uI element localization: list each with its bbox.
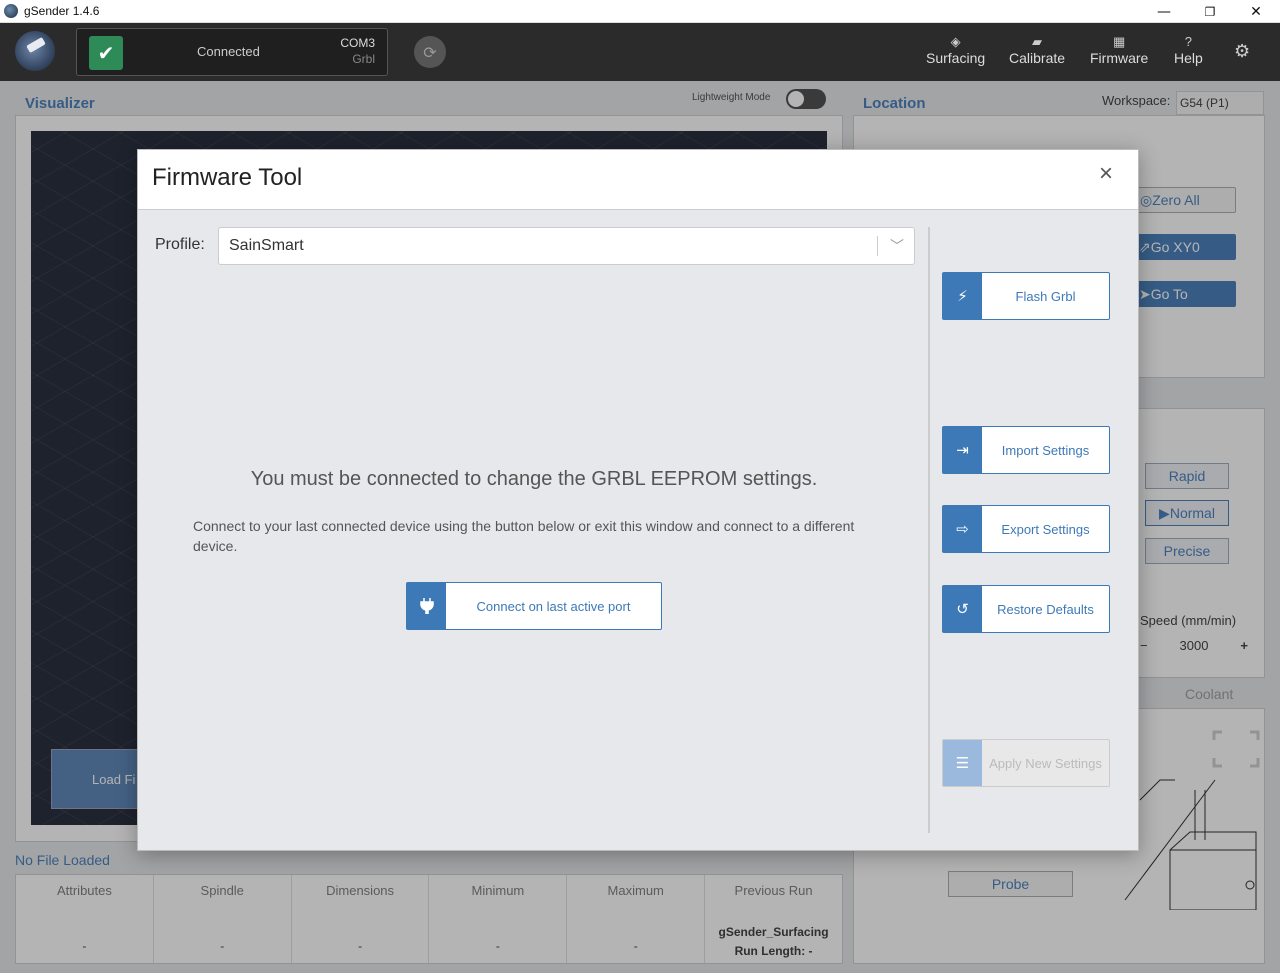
connection-required-message: You must be connected to change the GRBL… — [250, 468, 818, 490]
connection-widget[interactable]: ✔ Connected COM3 Grbl — [76, 28, 388, 76]
window-close-button[interactable]: ✕ — [1233, 0, 1279, 23]
lightning-icon: ⚡ — [943, 273, 982, 319]
connected-check-icon: ✔ — [89, 36, 123, 70]
apply-new-settings-button[interactable]: ☰ Apply New Settings — [942, 739, 1110, 787]
modal-title: Firmware Tool — [152, 164, 303, 191]
app-icon — [4, 4, 18, 18]
file-export-icon: ⇨ — [943, 506, 982, 552]
refresh-ports-icon[interactable]: ⟳ — [414, 36, 446, 68]
modal-header: Firmware Tool × — [138, 150, 1138, 210]
firmware-tool-modal: Firmware Tool × Profile: SainSmart ﹀ You… — [137, 149, 1139, 851]
surfacing-icon: ◈ — [950, 34, 961, 49]
connect-last-port-button[interactable]: Connect on last active port — [406, 582, 662, 630]
calibrate-icon: ▰ — [1032, 34, 1043, 49]
connection-firmware: Grbl — [352, 52, 375, 66]
modal-close-icon[interactable]: × — [1094, 162, 1118, 186]
export-settings-button[interactable]: ⇨ Export Settings — [942, 505, 1110, 553]
profile-label: Profile: — [155, 236, 205, 253]
window-titlebar: gSender 1.4.6 — ❐ ✕ — [0, 0, 1280, 23]
minimize-button[interactable]: — — [1141, 0, 1187, 23]
firmware-icon: ▦ — [1113, 34, 1126, 49]
profile-value: SainSmart — [229, 237, 304, 254]
settings-gear-icon[interactable]: ⚙ — [1234, 41, 1250, 62]
modal-divider — [928, 227, 930, 833]
plug-icon — [407, 583, 446, 629]
window-title: gSender 1.4.6 — [24, 4, 100, 18]
restore-defaults-button[interactable]: ↺ Restore Defaults — [942, 585, 1110, 633]
app-header: ✔ Connected COM3 Grbl ⟳ ◈ Surfacing ▰ Ca… — [0, 23, 1280, 81]
profile-select[interactable]: SainSmart ﹀ — [218, 227, 915, 265]
connection-instructions: Connect to your last connected device us… — [193, 518, 855, 554]
maximize-button[interactable]: ❐ — [1187, 0, 1233, 23]
import-settings-button[interactable]: ⇥ Import Settings — [942, 426, 1110, 474]
connection-status: Connected — [197, 44, 260, 59]
nav-calibrate[interactable]: ▰ Calibrate — [1009, 33, 1065, 66]
help-icon: ? — [1184, 34, 1193, 49]
nav-firmware[interactable]: ▦ Firmware — [1090, 33, 1148, 66]
chevron-down-icon[interactable]: ﹀ — [890, 236, 904, 256]
list-check-icon: ☰ — [943, 740, 982, 786]
select-separator — [877, 236, 878, 256]
gsender-logo — [15, 31, 55, 71]
connection-port: COM3 — [340, 36, 375, 50]
flash-grbl-button[interactable]: ⚡ Flash Grbl — [942, 272, 1110, 320]
nav-surfacing[interactable]: ◈ Surfacing — [926, 33, 985, 66]
nav-help[interactable]: ? Help — [1174, 33, 1203, 66]
file-import-icon: ⇥ — [943, 427, 982, 473]
undo-icon: ↺ — [943, 586, 982, 632]
